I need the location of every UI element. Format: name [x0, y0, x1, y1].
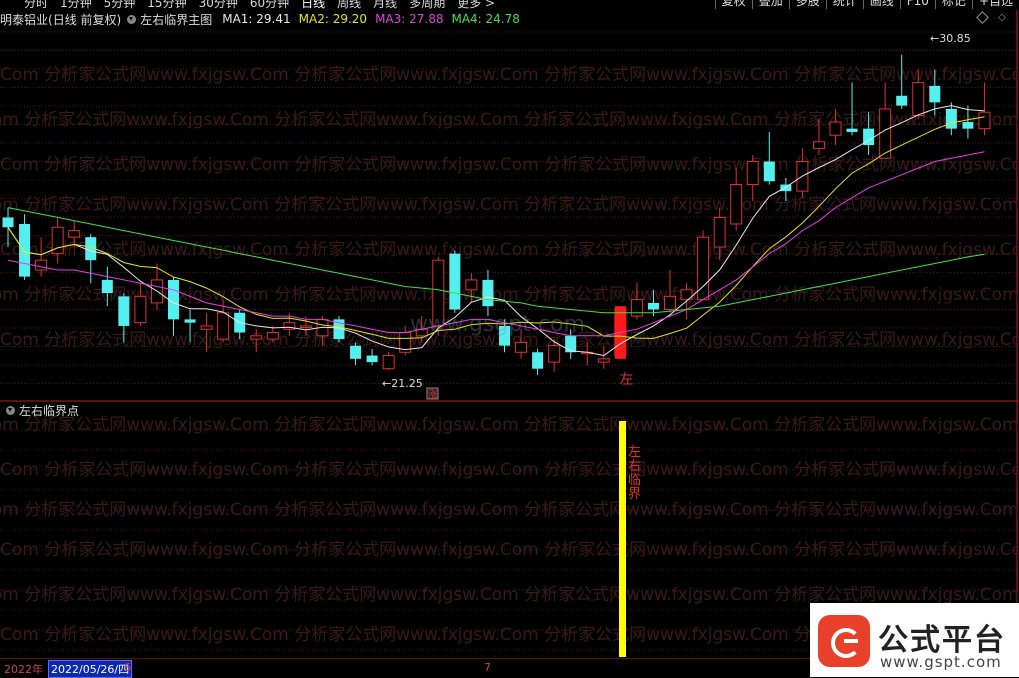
cursor-date: 2022/05/26/四: [48, 660, 133, 678]
candle-body: [945, 108, 957, 129]
candle-body: [532, 352, 544, 369]
candle-body: [19, 224, 31, 277]
signal-label-char: 左: [628, 445, 641, 460]
low-price-label: ←21.25: [382, 377, 423, 390]
ma2-line: [7, 116, 985, 339]
candle-body: [68, 230, 81, 238]
ma1-value: MA1: 29.41: [222, 12, 291, 26]
watermark-row: Com 分析家公式网www.fxjgsw.Com 分析家公式网www.fxjgs…: [0, 65, 1019, 85]
candle-body: [217, 312, 230, 340]
candle-body: [912, 82, 925, 116]
candle-body: [962, 122, 974, 129]
candle-body: [664, 295, 676, 311]
ma3-value: MA3: 27.88: [375, 12, 444, 26]
candle-body: [978, 111, 991, 130]
center-watermark: www.gsgpt.com: [410, 312, 585, 337]
high-price-label: ←30.85: [930, 32, 971, 45]
candle-body: [846, 128, 858, 132]
brand-logo: 公式平台 www.gspt.com: [810, 603, 1019, 677]
main-indicator-titlebar: 明泰铝业(日线 前复权) 左右临界主图 MA1: 29.41 MA2: 29.2…: [0, 11, 528, 27]
candle-body: [2, 217, 14, 228]
ma2-value: MA2: 29.20: [298, 12, 368, 26]
candle-body: [763, 161, 775, 182]
candle-body: [134, 295, 147, 324]
signal-bar: [619, 421, 626, 657]
stock-name: 明泰铝业(日线 前复权): [0, 12, 122, 27]
date-tail: 6: [124, 661, 131, 674]
candle-body: [101, 279, 113, 294]
time-tick: 7: [484, 661, 491, 674]
candle-body: [730, 184, 743, 225]
candle-body: [118, 296, 130, 326]
candle-body: [465, 279, 478, 291]
watermark-row: Com 分析家公式网www.fxjgsw.Com 分析家公式网www.fxjgs…: [0, 415, 1019, 435]
zhang-label: 涨: [428, 389, 438, 401]
candle-body: [647, 302, 659, 310]
candle-body: [713, 216, 726, 248]
candle-body: [250, 335, 263, 340]
candle-body: [829, 121, 842, 136]
signal-label-char: 右: [628, 459, 641, 474]
indicator-menu-icon[interactable]: [127, 14, 137, 24]
candle-body: [299, 325, 312, 328]
candle-body: [812, 141, 825, 149]
candle-body: [35, 259, 48, 271]
candle-body: [482, 279, 494, 307]
chevron-icon[interactable]: ◇: [998, 12, 1006, 23]
candle-body: [630, 299, 643, 317]
watermark-row: Com 分析家公式网www.fxjgsw.Com 分析家公式网www.fxjgs…: [0, 195, 1019, 215]
candle-body: [746, 161, 759, 186]
time-axis: 2022年 2022/05/26/四 6 7: [0, 659, 820, 678]
candle-body: [565, 335, 577, 353]
candle-body: [266, 332, 279, 340]
ma4-value: MA4: 24.78: [451, 12, 520, 26]
candle-body: [366, 355, 378, 363]
watermark-row: Com 分析家公式网www.fxjgsw.Com 分析家公式网www.fxjgs…: [0, 240, 1019, 260]
signal-label-char: 界: [628, 487, 641, 502]
signal-label-char: 临: [628, 473, 641, 488]
main-indicator-title[interactable]: 左右临界主图: [140, 11, 212, 28]
candle-body: [350, 345, 362, 359]
logo-url: www.gspt.com: [880, 653, 1002, 671]
candle-body: [449, 253, 461, 310]
watermark-row: Com 分析家公式网www.fxjgsw.Com 分析家公式网www.fxjgs…: [0, 460, 1019, 480]
candle-body: [597, 358, 610, 363]
sub-indicator-title[interactable]: 左右临界点: [19, 402, 79, 419]
watermark-row: Com 分析家公式网www.fxjgsw.Com 分析家公式网www.fxjgs…: [0, 110, 1019, 130]
watermark-row: Com 分析家公式网www.fxjgsw.Com 分析家公式网www.fxjgs…: [0, 585, 1019, 605]
candle-body: [896, 95, 908, 106]
watermark-row: Com 分析家公式网www.fxjgsw.Com 分析家公式网www.fxjgs…: [0, 540, 1019, 560]
candle-body: [382, 355, 395, 370]
candle-body: [929, 85, 941, 103]
candle-body: [200, 325, 213, 330]
candle-body: [515, 341, 528, 353]
sub-indicator-menu-icon[interactable]: [6, 405, 15, 415]
sub-indicator-titlebar: 左右临界点: [0, 402, 79, 418]
year-label: 2022年: [4, 663, 43, 676]
candle-body: [780, 184, 792, 192]
left-signal-label: 左: [619, 372, 633, 388]
watermark-row: Com 分析家公式网www.fxjgsw.Com 分析家公式网www.fxjgs…: [0, 500, 1019, 520]
logo-icon: [818, 615, 870, 667]
candle-body: [184, 319, 196, 323]
candle-body: [548, 345, 561, 363]
